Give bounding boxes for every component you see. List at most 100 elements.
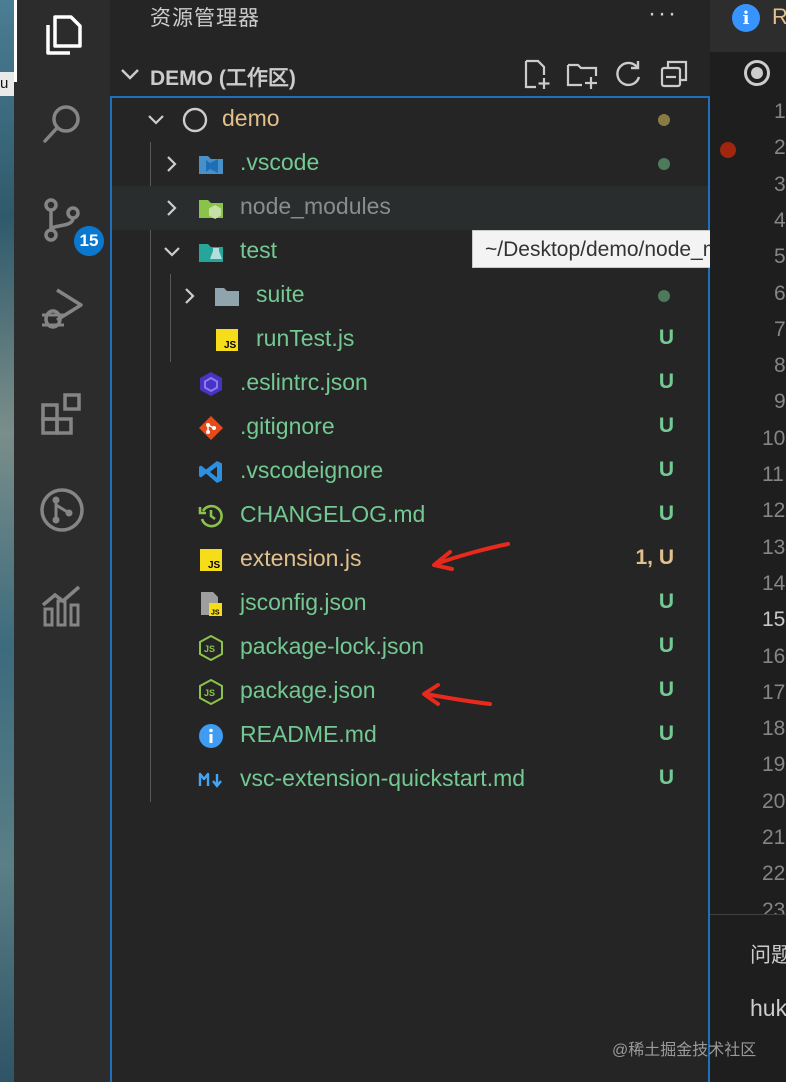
chevron-right-icon — [167, 200, 177, 216]
editor-area: i R 1 2 3 4 5 6 7 8 9 10 11 12 13 14 15 16 17 18 19 20 21 22 2… — [710, 0, 786, 1082]
line-number: 5 — [774, 245, 786, 269]
editor-tab[interactable]: i R — [710, 0, 786, 52]
tree-item-runtest-js[interactable]: JS runTest.js U — [112, 318, 710, 362]
new-file-icon[interactable] — [520, 58, 552, 90]
tree-item-changelog[interactable]: CHANGELOG.md U — [112, 494, 710, 538]
tree-item-readme[interactable]: README.md U — [112, 714, 710, 758]
files-icon — [45, 15, 82, 55]
tree-item-vscode-folder[interactable]: .vscode — [112, 142, 710, 186]
search-icon — [43, 105, 80, 143]
activity-extensions[interactable] — [14, 366, 110, 462]
git-status: U — [658, 634, 674, 657]
line-number: 19 — [762, 753, 786, 777]
annotation-arrow — [422, 683, 492, 706]
annotation-arrow — [432, 542, 510, 571]
tree-item-label: .vscodeignore — [240, 457, 384, 483]
tree-item-demo[interactable]: demo — [112, 98, 710, 142]
tree-item-package-json[interactable]: JS package.json U — [112, 670, 710, 714]
activity-run-debug[interactable] — [14, 260, 110, 356]
source-control-badge: 15 — [72, 224, 106, 258]
folder-icon — [215, 288, 239, 306]
tree-item-label: extension.js — [240, 545, 362, 571]
explorer-sidebar: 资源管理器 ··· DEMO (工作区) demo .vscode node_m… — [110, 0, 710, 1082]
tree-item-label: node_modules — [240, 193, 391, 219]
eslint-icon — [200, 372, 222, 396]
svg-text:JS: JS — [204, 644, 215, 654]
git-status: 1, U — [635, 546, 674, 569]
git-status: U — [658, 766, 674, 789]
line-number: 22 — [762, 862, 786, 886]
sidebar-title: 资源管理器 — [150, 7, 260, 30]
git-icon — [199, 416, 223, 440]
git-status: U — [658, 590, 674, 613]
git-status: U — [658, 458, 674, 481]
git-status: U — [658, 502, 674, 525]
nodejs-icon: JS — [199, 635, 223, 661]
svg-text:JS: JS — [224, 340, 237, 351]
analytics-icon — [41, 585, 81, 627]
git-status: U — [658, 678, 674, 701]
activity-git-graph[interactable] — [14, 462, 110, 558]
tree-item-vscodeignore[interactable]: .vscodeignore U — [112, 450, 710, 494]
breakpoint-dot[interactable] — [720, 142, 736, 158]
node-folder-icon — [199, 200, 223, 219]
git-graph-icon — [40, 488, 84, 532]
tree-item-label: suite — [256, 281, 305, 307]
line-number: 8 — [774, 354, 786, 378]
line-number: 13 — [762, 535, 786, 559]
git-status: U — [658, 722, 674, 745]
tree-item-quickstart[interactable]: vsc-extension-quickstart.md U — [112, 758, 710, 802]
info-icon: i — [732, 4, 760, 32]
line-number: 18 — [762, 717, 786, 741]
tree-item-label: vsc-extension-quickstart.md — [240, 765, 526, 791]
extensions-icon — [41, 393, 81, 435]
tree-item-label: package.json — [240, 677, 376, 703]
tree-item-label: README.md — [240, 721, 377, 747]
vscode-folder-icon — [199, 156, 223, 174]
git-status: U — [658, 414, 674, 437]
activity-source-control[interactable]: 15 — [14, 172, 110, 268]
line-number: 1 — [774, 100, 786, 123]
tree-item-jsconfig[interactable]: JS jsconfig.json U — [112, 582, 710, 626]
line-number: 12 — [762, 499, 786, 523]
line-number: 4 — [774, 208, 786, 232]
refresh-icon[interactable] — [612, 58, 644, 90]
desktop-text-fragment: u — [0, 72, 14, 96]
chevron-down-icon — [148, 115, 164, 125]
record-icon — [744, 60, 770, 86]
tab-label: R — [772, 4, 786, 29]
line-number: 6 — [774, 281, 786, 305]
jsconfig-icon: JS — [201, 592, 222, 617]
javascript-file-icon: JS — [200, 549, 222, 571]
info-icon — [199, 724, 223, 748]
chevron-down-icon — [121, 69, 139, 80]
tree-item-extension-js[interactable]: JS extension.js 1, U — [112, 538, 710, 582]
chevron-right-icon — [185, 288, 195, 304]
run-debug-icon — [42, 288, 83, 329]
collapse-all-icon[interactable] — [658, 58, 690, 90]
activity-bar: 15 — [14, 0, 110, 1082]
line-number: 3 — [774, 172, 786, 196]
tree-item-node-modules[interactable]: node_modules — [112, 186, 710, 230]
tree-item-suite[interactable]: suite — [112, 274, 710, 318]
line-number: 17 — [762, 680, 786, 704]
workspace-header[interactable]: DEMO (工作区) — [110, 52, 710, 96]
activity-explorer[interactable] — [14, 0, 110, 82]
activity-analytics[interactable] — [14, 558, 110, 654]
git-status: U — [658, 370, 674, 393]
repo-circle-icon — [182, 107, 208, 133]
line-number: 14 — [762, 571, 786, 595]
new-folder-icon[interactable] — [566, 58, 598, 90]
tree-item-eslintrc[interactable]: .eslintrc.json U — [112, 362, 710, 406]
line-number: 9 — [774, 390, 786, 414]
line-number: 7 — [774, 317, 786, 341]
more-actions-button[interactable]: ··· — [648, 0, 678, 28]
line-number: 10 — [762, 426, 786, 450]
history-icon — [198, 504, 223, 528]
tree-item-gitignore[interactable]: .gitignore U — [112, 406, 710, 450]
workspace-title: DEMO (工作区) — [150, 67, 296, 90]
activity-search[interactable] — [14, 76, 110, 172]
tab-problems[interactable]: 问题 — [750, 939, 786, 969]
tree-item-package-lock[interactable]: JS package-lock.json U — [112, 626, 710, 670]
javascript-file-icon: JS — [216, 329, 238, 351]
